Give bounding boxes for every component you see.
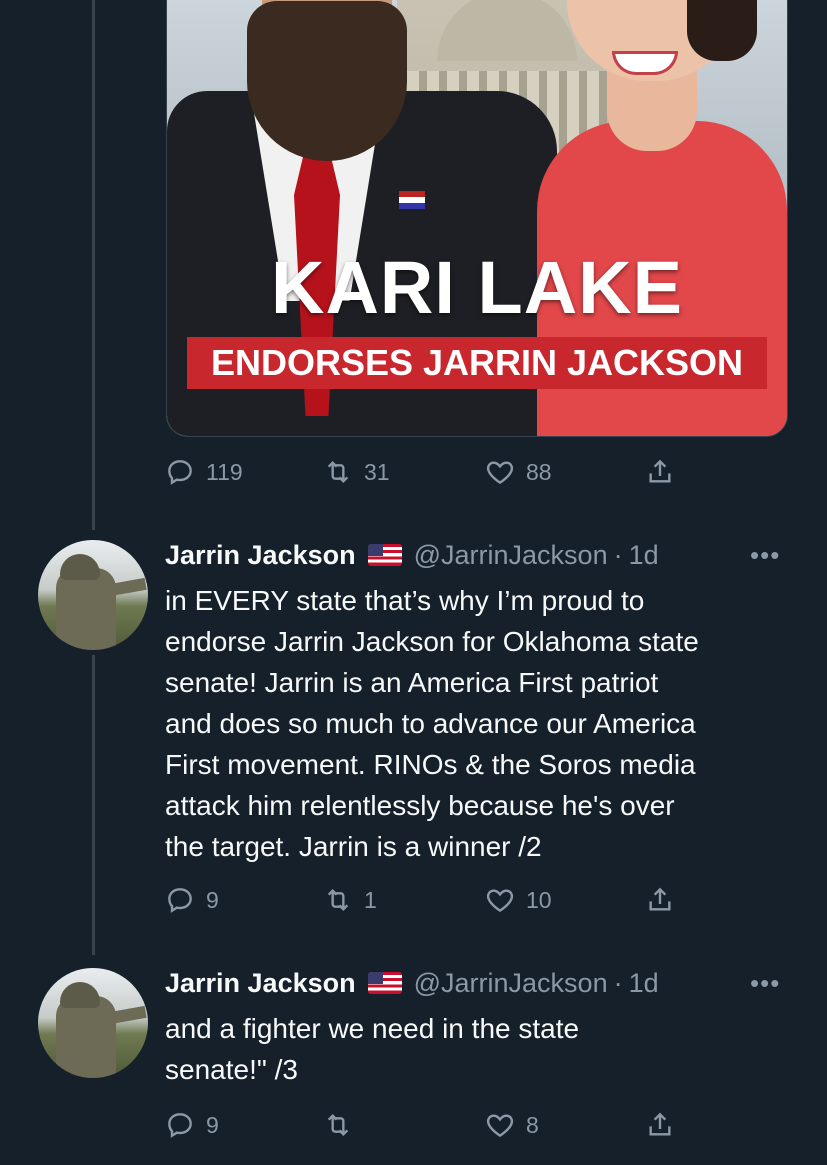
thread-view: KARI LAKE ENDORSES JARRIN JACKSON 119 31… xyxy=(0,0,827,1165)
retweet-icon xyxy=(327,1113,349,1137)
timestamp[interactable]: 1d xyxy=(629,540,659,571)
retweet-count: 31 xyxy=(364,458,390,485)
reply-icon xyxy=(168,460,192,485)
reply-icon xyxy=(168,888,192,913)
heart-icon xyxy=(486,461,514,485)
tweet[interactable]: Jarrin Jackson @JarrinJackson · 1d ••• i… xyxy=(0,535,827,935)
like-count: 8 xyxy=(526,1111,539,1138)
like-count: 10 xyxy=(526,886,552,913)
display-name[interactable]: Jarrin Jackson xyxy=(165,968,356,999)
avatar[interactable] xyxy=(38,540,148,650)
us-flag-icon xyxy=(367,544,402,566)
tweet-text: in EVERY state that’s why I’m proud to e… xyxy=(165,585,699,862)
thread-connector xyxy=(92,0,95,530)
tweet[interactable]: Jarrin Jackson @JarrinJackson · 1d ••• a… xyxy=(0,963,827,1163)
tweet-media-image[interactable]: KARI LAKE ENDORSES JARRIN JACKSON xyxy=(166,0,788,437)
share-icon xyxy=(649,459,671,483)
more-options-icon[interactable]: ••• xyxy=(750,965,780,1001)
soldier-figure xyxy=(56,568,116,650)
separator: · xyxy=(613,539,623,570)
heart-icon xyxy=(486,1114,514,1138)
retweet-count: 1 xyxy=(364,886,377,913)
retweet-button[interactable] xyxy=(322,1105,364,1145)
us-flag-icon xyxy=(367,972,402,994)
user-handle[interactable]: @JarrinJackson xyxy=(414,968,608,999)
like-button[interactable]: 10 xyxy=(484,880,552,920)
soldier-figure xyxy=(56,996,116,1078)
reply-icon xyxy=(168,1113,192,1138)
tweet-header: Jarrin Jackson @JarrinJackson · 1d xyxy=(165,537,785,573)
retweet-button[interactable]: 1 xyxy=(322,880,377,920)
media-headline: KARI LAKE xyxy=(271,246,683,329)
retweet-icon xyxy=(327,888,349,912)
reply-button[interactable]: 9 xyxy=(164,1105,219,1145)
reply-count: 9 xyxy=(206,886,219,913)
user-handle[interactable]: @JarrinJackson xyxy=(414,540,608,571)
flag-pin xyxy=(399,191,425,209)
share-button[interactable] xyxy=(644,452,676,492)
avatar[interactable] xyxy=(38,968,148,1078)
tweet-actions: 119 31 88 xyxy=(164,452,684,492)
timestamp[interactable]: 1d xyxy=(629,968,659,999)
display-name[interactable]: Jarrin Jackson xyxy=(165,540,356,571)
tweet-actions: 9 8 xyxy=(164,1105,684,1145)
like-button[interactable]: 8 xyxy=(484,1105,539,1145)
helmet xyxy=(60,982,100,1008)
reply-count: 119 xyxy=(206,458,243,485)
share-button[interactable] xyxy=(644,880,676,920)
separator: · xyxy=(613,967,623,998)
hair xyxy=(687,0,757,61)
like-count: 88 xyxy=(526,458,552,485)
helmet xyxy=(60,554,100,580)
reply-button[interactable]: 119 xyxy=(164,452,243,492)
tweet-header: Jarrin Jackson @JarrinJackson · 1d xyxy=(165,965,785,1001)
share-icon xyxy=(649,1112,671,1136)
media-subhead: ENDORSES JARRIN JACKSON xyxy=(187,337,767,389)
tweet-actions: 9 1 10 xyxy=(164,880,684,920)
reply-button[interactable]: 9 xyxy=(164,880,219,920)
retweet-button[interactable]: 31 xyxy=(322,452,390,492)
beard xyxy=(247,1,407,161)
retweet-icon xyxy=(327,460,349,484)
share-button[interactable] xyxy=(644,1105,676,1145)
reply-count: 9 xyxy=(206,1111,219,1138)
share-icon xyxy=(649,887,671,911)
more-options-icon[interactable]: ••• xyxy=(750,537,780,573)
heart-icon xyxy=(486,889,514,913)
tweet-text: and a fighter we need in the state senat… xyxy=(165,1013,580,1085)
like-button[interactable]: 88 xyxy=(484,452,552,492)
